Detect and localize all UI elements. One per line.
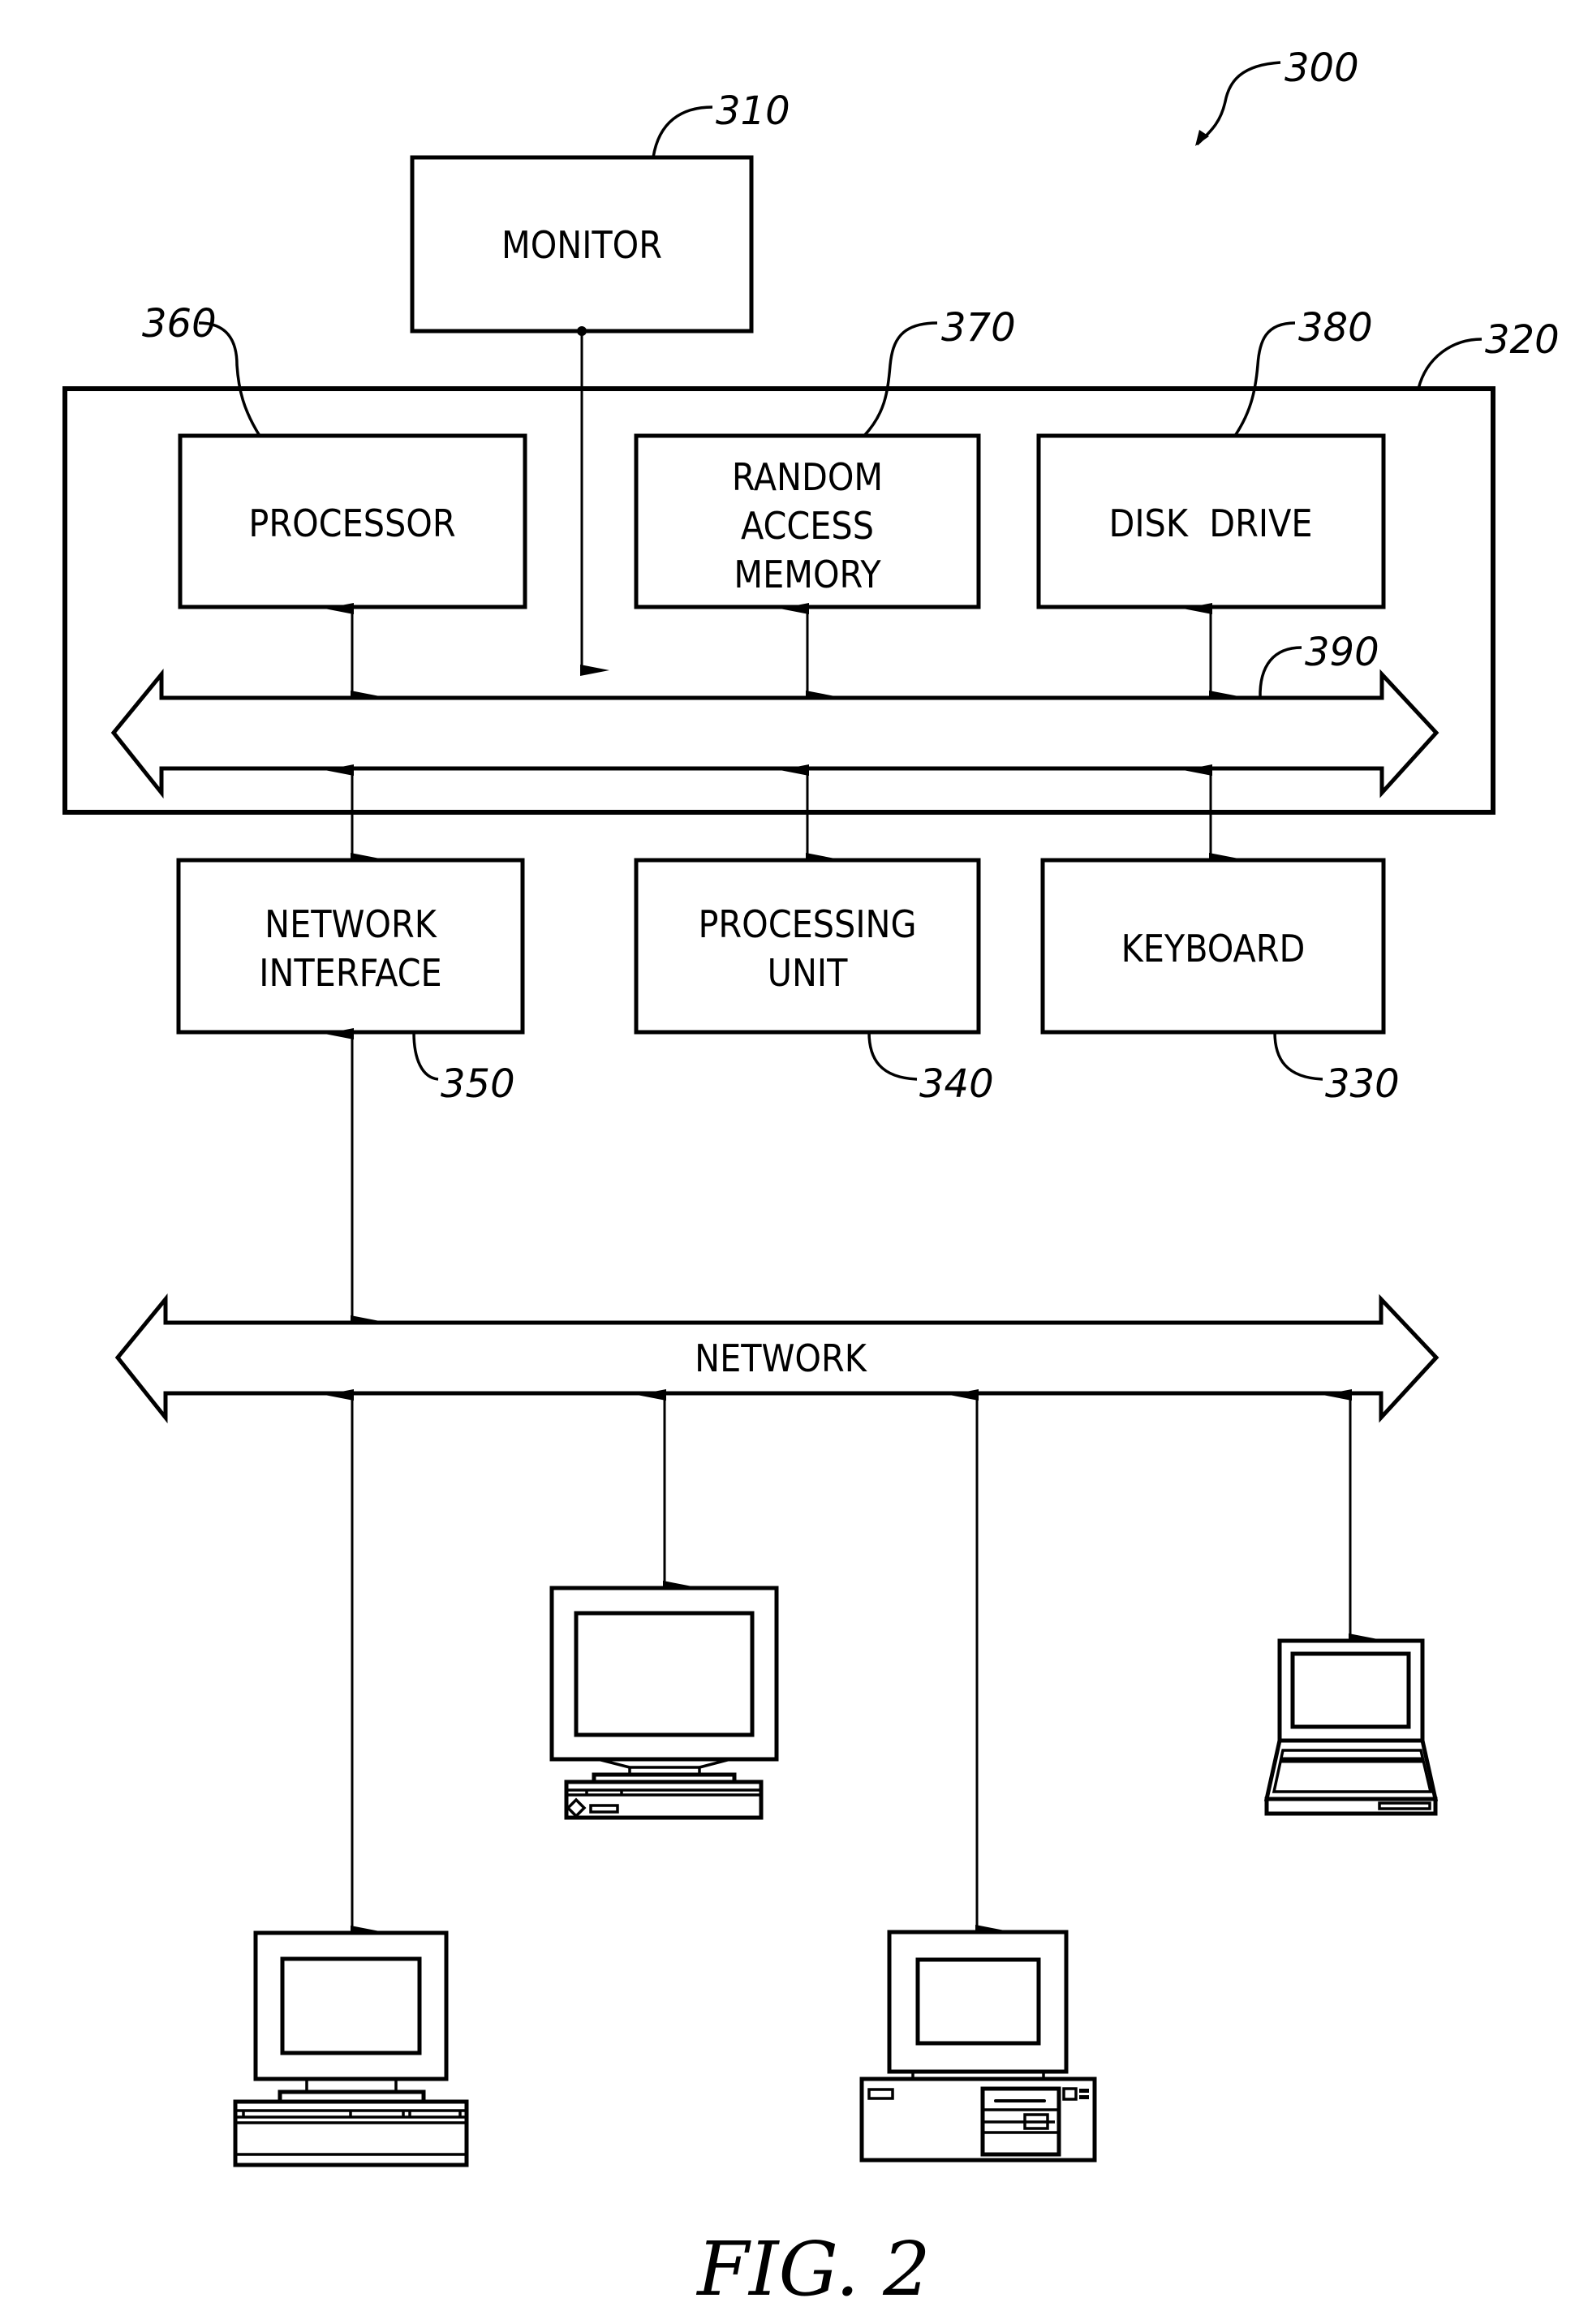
leader-350 bbox=[412, 1031, 439, 1081]
laptop-screen bbox=[1290, 1651, 1411, 1729]
leader-370 bbox=[863, 321, 938, 437]
leader-340 bbox=[867, 1031, 918, 1081]
leader-320 bbox=[1417, 338, 1482, 389]
monitor-label: MONITOR bbox=[501, 223, 662, 267]
ref-label-390: 390 bbox=[1305, 630, 1379, 675]
laptop-computer-icon bbox=[1263, 1638, 1439, 1816]
desktop-3-screen bbox=[915, 1957, 1041, 2046]
desktop-2-neck bbox=[597, 1758, 731, 1775]
network-interface-box bbox=[176, 858, 525, 1035]
processor-block: PROCESSOR 360 bbox=[142, 301, 527, 702]
leader-300 bbox=[1195, 61, 1281, 146]
desktop-3-led bbox=[1079, 2089, 1089, 2093]
processing-unit-label-line-1: PROCESSING bbox=[698, 902, 916, 946]
ref-label-370: 370 bbox=[941, 305, 1016, 351]
desktop-2-screen bbox=[574, 1611, 755, 1737]
processor-label: PROCESSOR bbox=[248, 501, 455, 545]
network-bus: NETWORK bbox=[114, 1293, 1439, 1424]
leader-390 bbox=[1259, 646, 1302, 699]
desktop-1-screen bbox=[280, 1956, 422, 2055]
network-interface-block: NETWORK INTERFACE 350 bbox=[176, 858, 525, 1327]
laptop-base-front bbox=[1264, 1797, 1438, 1816]
system-diagram: 300 MONITOR 310 320 PROCESSOR 360 RANDOM… bbox=[62, 45, 1560, 2313]
ram-label-line-3: MEMORY bbox=[734, 553, 881, 596]
keyboard-block: KEYBOARD 330 bbox=[1040, 858, 1400, 1107]
figure-caption: FIG. 2 bbox=[695, 2226, 930, 2313]
leader-330 bbox=[1273, 1031, 1323, 1081]
bus-double-arrow bbox=[110, 669, 1439, 799]
ref-label-380: 380 bbox=[1298, 305, 1373, 351]
ref-label-330: 330 bbox=[1325, 1061, 1400, 1107]
network-interface-label-line-1: NETWORK bbox=[265, 902, 438, 946]
ref-label-320: 320 bbox=[1485, 317, 1560, 363]
desktop-computer-icon bbox=[233, 1930, 469, 2167]
processing-unit-block: PROCESSING UNIT 340 bbox=[634, 858, 994, 1107]
leader-380 bbox=[1233, 321, 1296, 437]
desktop-computer-icon bbox=[549, 1586, 779, 1820]
ref-label-310: 310 bbox=[716, 88, 790, 134]
ram-block: RANDOM ACCESS MEMORY 370 bbox=[634, 305, 1016, 702]
desktop-3-led bbox=[1079, 2095, 1089, 2099]
tower-computer-icon bbox=[859, 1930, 1097, 2163]
leader-310 bbox=[652, 105, 713, 158]
internal-bus: 390 bbox=[110, 630, 1439, 799]
disk-drive-label: DISK DRIVE bbox=[1108, 501, 1312, 545]
keyboard-label: KEYBOARD bbox=[1121, 927, 1306, 970]
ram-label-line-1: RANDOM bbox=[732, 455, 883, 499]
ref-label-300: 300 bbox=[1285, 45, 1359, 91]
network-interface-label-line-2: INTERFACE bbox=[259, 951, 441, 995]
processing-unit-box bbox=[634, 858, 981, 1035]
ref-label-340: 340 bbox=[919, 1061, 994, 1107]
arrowhead-300-icon bbox=[1195, 130, 1209, 146]
system-reference: 300 bbox=[1195, 45, 1359, 146]
ram-label-line-2: ACCESS bbox=[741, 504, 874, 548]
ref-label-350: 350 bbox=[441, 1061, 515, 1107]
network-label: NETWORK bbox=[695, 1336, 868, 1380]
processing-unit-label-line-2: UNIT bbox=[768, 951, 848, 995]
